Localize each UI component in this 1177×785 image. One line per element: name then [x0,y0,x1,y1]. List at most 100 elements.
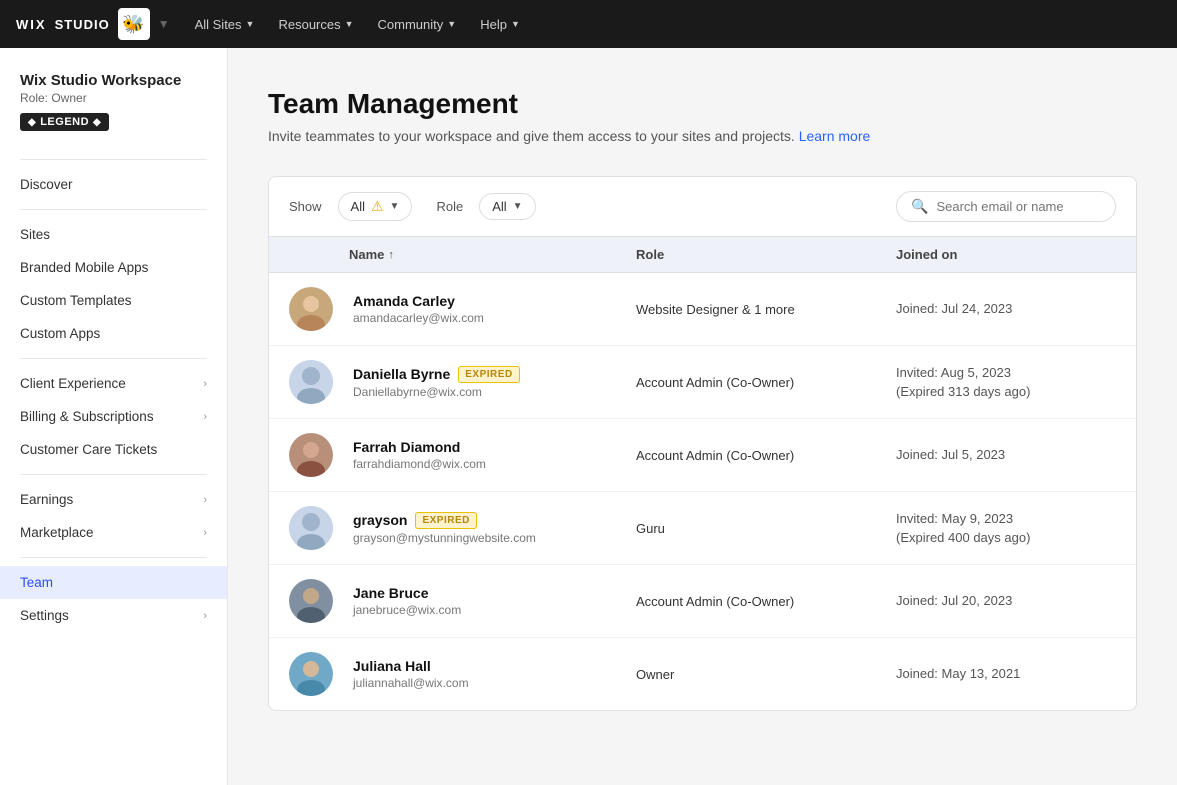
sidebar-item-custom-apps[interactable]: Custom Apps [0,317,227,350]
chevron-right-icon: › [203,527,207,539]
table-header: Name ↑ Role Joined on [269,237,1136,273]
member-name: Daniella Byrne EXPIRED [353,366,636,383]
member-joined: Joined: May 13, 2021 [896,664,1116,684]
table-row: Juliana Hall juliannahall@wix.com Owner … [269,638,1136,710]
sidebar-item-team[interactable]: Team [0,566,227,599]
member-joined: Invited: May 9, 2023 (Expired 400 days a… [896,509,1116,548]
workspace-role: Role: Owner [20,91,207,105]
member-joined: Joined: Jul 5, 2023 [896,445,1116,465]
search-input[interactable] [936,199,1096,214]
sidebar-item-sites[interactable]: Sites [0,218,227,251]
member-joined: Joined: Jul 24, 2023 [896,299,1116,319]
member-role: Account Admin (Co-Owner) [636,594,896,609]
site-chevron: ▼ [158,17,171,31]
logo[interactable]: WIX STUDIO 🐝 ▼ [16,8,171,40]
nav-all-sites[interactable]: All Sites ▼ [195,17,255,32]
diamond-left-icon: ◆ [28,117,36,128]
member-role: Website Designer & 1 more [636,302,896,317]
sidebar-divider-1 [20,159,207,160]
member-info: grayson EXPIRED grayson@mystunningwebsit… [349,512,636,545]
logo-icon: 🐝 [118,8,150,40]
sidebar-item-discover[interactable]: Discover [0,168,227,201]
member-email: grayson@mystunningwebsite.com [353,531,636,545]
show-filter-dropdown[interactable]: All ⚠ ▼ [338,192,413,221]
expired-badge: EXPIRED [415,512,476,529]
workspace-info: Wix Studio Workspace Role: Owner ◆ LEGEN… [0,72,227,151]
sidebar-divider-2 [20,209,207,210]
member-info: Amanda Carley amandacarley@wix.com [349,293,636,325]
chevron-down-icon: ▼ [447,19,456,29]
warning-icon: ⚠ [371,198,384,215]
chevron-right-icon: › [203,378,207,390]
sidebar-item-marketplace[interactable]: Marketplace › [0,516,227,549]
sidebar-item-custom-templates[interactable]: Custom Templates [0,284,227,317]
bee-icon: 🐝 [122,14,145,35]
team-table: Name ↑ Role Joined on Amanda Carley aman… [268,237,1137,711]
member-email: Daniellabyrne@wix.com [353,385,636,399]
member-joined: Joined: Jul 20, 2023 [896,591,1116,611]
member-role: Account Admin (Co-Owner) [636,375,896,390]
avatar [289,433,333,477]
dropdown-chevron-icon: ▼ [513,201,523,212]
member-info: Farrah Diamond farrahdiamond@wix.com [349,439,636,471]
search-icon: 🔍 [911,198,928,215]
nav-resources[interactable]: Resources ▼ [278,17,353,32]
main-content: Team Management Invite teammates to your… [228,48,1177,785]
sort-arrow-icon: ↑ [388,249,394,261]
avatar [289,506,333,550]
nav-help[interactable]: Help ▼ [480,17,520,32]
header-name-col[interactable]: Name ↑ [349,247,636,262]
chevron-down-icon: ▼ [246,19,255,29]
wix-text: WIX [16,17,47,32]
search-box[interactable]: 🔍 [896,191,1116,222]
table-row: Daniella Byrne EXPIRED Daniellabyrne@wix… [269,346,1136,419]
sidebar-item-billing-subscriptions[interactable]: Billing & Subscriptions › [0,400,227,433]
member-name: Juliana Hall [353,658,636,674]
member-role: Account Admin (Co-Owner) [636,448,896,463]
filters-bar: Show All ⚠ ▼ Role All ▼ 🔍 [268,176,1137,237]
sidebar-item-branded-mobile-apps[interactable]: Branded Mobile Apps [0,251,227,284]
sidebar: Wix Studio Workspace Role: Owner ◆ LEGEN… [0,48,228,785]
member-info: Juliana Hall juliannahall@wix.com [349,658,636,690]
member-name: Farrah Diamond [353,439,636,455]
table-row: grayson EXPIRED grayson@mystunningwebsit… [269,492,1136,565]
member-name: Amanda Carley [353,293,636,309]
sidebar-item-settings[interactable]: Settings › [0,599,227,632]
table-row: Jane Bruce janebruce@wix.com Account Adm… [269,565,1136,638]
chevron-down-icon: ▼ [511,19,520,29]
sidebar-divider-3 [20,358,207,359]
member-email: janebruce@wix.com [353,603,636,617]
header-joined-col: Joined on [896,247,1116,262]
avatar [289,579,333,623]
chevron-right-icon: › [203,610,207,622]
sidebar-item-client-experience[interactable]: Client Experience › [0,367,227,400]
role-value: All [492,199,506,214]
page-subtitle: Invite teammates to your workspace and g… [268,128,1137,144]
member-email: amandacarley@wix.com [353,311,636,325]
sidebar-item-customer-care-tickets[interactable]: Customer Care Tickets [0,433,227,466]
role-label: Role [436,199,463,214]
header-avatar-col [289,247,349,262]
member-info: Daniella Byrne EXPIRED Daniellabyrne@wix… [349,366,636,399]
show-label: Show [289,199,322,214]
member-role: Guru [636,521,896,536]
sidebar-divider-4 [20,474,207,475]
avatar [289,360,333,404]
table-row: Amanda Carley amandacarley@wix.com Websi… [269,273,1136,346]
studio-text: STUDIO [55,17,110,32]
nav-community[interactable]: Community ▼ [378,17,457,32]
avatar [289,652,333,696]
legend-badge: ◆ LEGEND ◆ [20,113,109,131]
member-info: Jane Bruce janebruce@wix.com [349,585,636,617]
member-name: Jane Bruce [353,585,636,601]
role-filter-dropdown[interactable]: All ▼ [479,193,535,220]
member-email: farrahdiamond@wix.com [353,457,636,471]
member-joined: Invited: Aug 5, 2023 (Expired 313 days a… [896,363,1116,402]
table-row: Farrah Diamond farrahdiamond@wix.com Acc… [269,419,1136,492]
chevron-right-icon: › [203,494,207,506]
member-email: juliannahall@wix.com [353,676,636,690]
diamond-right-icon: ◆ [93,117,101,128]
member-name: grayson EXPIRED [353,512,636,529]
sidebar-item-earnings[interactable]: Earnings › [0,483,227,516]
learn-more-link[interactable]: Learn more [799,128,871,144]
